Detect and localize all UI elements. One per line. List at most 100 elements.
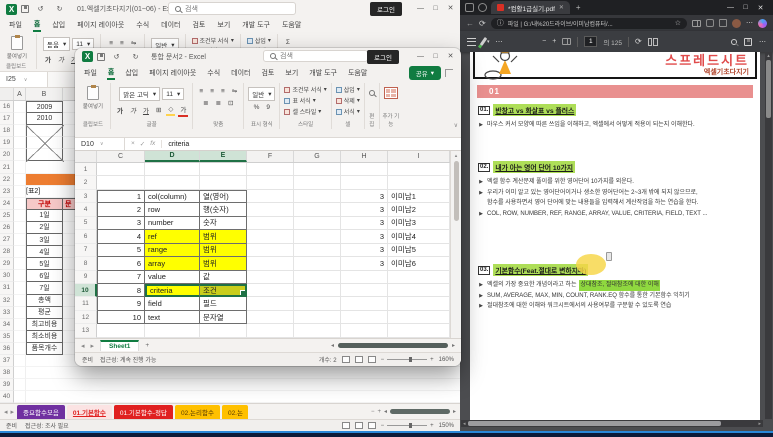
cell-h[interactable]: 3 bbox=[341, 217, 388, 230]
borders-button[interactable]: ⊞ bbox=[154, 105, 163, 115]
cell-i[interactable] bbox=[388, 297, 450, 310]
page-break-view-icon[interactable] bbox=[368, 356, 376, 363]
close-button[interactable] bbox=[443, 2, 458, 14]
column-header[interactable]: G bbox=[294, 151, 341, 162]
delete-cells-button[interactable]: 삭제 bbox=[336, 96, 360, 105]
cell-f[interactable] bbox=[247, 244, 294, 257]
font-color-button[interactable]: 가 bbox=[178, 103, 188, 117]
vertical-scrollbar[interactable] bbox=[450, 151, 461, 338]
cell-f[interactable] bbox=[247, 203, 294, 216]
minimize-button[interactable] bbox=[413, 50, 428, 62]
accessibility-status[interactable]: 접근성: 조사 필요 bbox=[25, 421, 69, 430]
cell-g[interactable] bbox=[294, 284, 341, 297]
row-header[interactable]: 33 bbox=[0, 307, 14, 319]
fit-page-icon[interactable] bbox=[562, 38, 571, 45]
column-header[interactable]: C bbox=[97, 151, 145, 162]
cell-c[interactable]: 6 bbox=[97, 257, 145, 270]
align-middle-button[interactable]: ≡ bbox=[118, 39, 126, 48]
row-header[interactable]: 20 bbox=[0, 149, 14, 161]
cell-b[interactable] bbox=[26, 174, 63, 186]
ribbon-tab[interactable]: 검토 bbox=[191, 19, 206, 31]
cell-b[interactable] bbox=[26, 379, 63, 391]
search-box[interactable]: 검색 bbox=[263, 50, 368, 62]
cell-a[interactable] bbox=[14, 149, 26, 161]
cell-a[interactable] bbox=[14, 343, 26, 355]
copilot-icon[interactable] bbox=[758, 19, 767, 28]
minimize-button[interactable] bbox=[723, 2, 738, 14]
highlighter-tool[interactable] bbox=[482, 37, 490, 46]
column-header[interactable]: E bbox=[200, 151, 247, 162]
wrap-text-button[interactable]: ⇋ bbox=[230, 86, 239, 96]
split-screen-icon[interactable] bbox=[692, 20, 701, 27]
row-header[interactable]: 32 bbox=[0, 295, 14, 307]
cell-f[interactable] bbox=[247, 271, 294, 284]
cell-a[interactable] bbox=[14, 246, 26, 258]
pdf-horizontal-scrollbar[interactable] bbox=[461, 420, 763, 427]
cell-b[interactable]: 2009 bbox=[26, 101, 63, 113]
row-header[interactable]: 11 bbox=[75, 297, 97, 310]
back-icon[interactable] bbox=[466, 19, 474, 28]
cell-d[interactable] bbox=[145, 163, 200, 176]
cell-d[interactable]: field bbox=[145, 297, 200, 310]
cell-h[interactable] bbox=[341, 284, 388, 297]
row-header[interactable]: 1 bbox=[75, 163, 97, 176]
row-header[interactable]: 5 bbox=[75, 217, 97, 230]
cell-b[interactable]: 1일 bbox=[26, 210, 63, 222]
merge-center-button[interactable]: ⊡ bbox=[226, 98, 235, 108]
ribbon-tab[interactable]: 보기 bbox=[284, 67, 299, 79]
cell-b[interactable]: 평균 bbox=[26, 307, 63, 319]
cell-b[interactable]: 구분 bbox=[26, 198, 63, 210]
ribbon-tab[interactable]: 보기 bbox=[216, 19, 231, 31]
zoom-level[interactable]: 160% bbox=[439, 357, 454, 363]
cell-b[interactable] bbox=[26, 355, 63, 367]
column-header-b[interactable]: B bbox=[26, 88, 63, 100]
cell-e[interactable] bbox=[200, 163, 247, 176]
paste-button[interactable]: 붙여넣기 bbox=[4, 34, 30, 60]
pdf-more-icon[interactable] bbox=[759, 38, 766, 46]
row-header[interactable]: 31 bbox=[0, 282, 14, 294]
ribbon-tab[interactable]: 페이지 레이아웃 bbox=[76, 19, 125, 31]
cell-h[interactable] bbox=[341, 324, 388, 337]
cell-f[interactable] bbox=[247, 311, 294, 324]
percent-style-button[interactable]: % bbox=[252, 103, 262, 112]
scroll-thumb[interactable] bbox=[468, 421, 722, 426]
sheet-scroll-left-icon[interactable] bbox=[81, 342, 85, 350]
cell-g[interactable] bbox=[294, 311, 341, 324]
cell-c[interactable]: 8 bbox=[97, 284, 145, 297]
row-header[interactable]: 3 bbox=[75, 190, 97, 203]
zoom-level[interactable]: 150% bbox=[439, 423, 454, 429]
cell-c[interactable] bbox=[63, 367, 460, 379]
cell-b[interactable]: [표2] bbox=[26, 186, 63, 198]
save-icon[interactable] bbox=[21, 5, 29, 13]
cell-h[interactable] bbox=[341, 297, 388, 310]
cell-b[interactable]: 2일 bbox=[26, 222, 63, 234]
cell-a[interactable] bbox=[14, 367, 26, 379]
cell-b[interactable]: 7일 bbox=[26, 282, 63, 294]
fill-color-button[interactable]: ◇ bbox=[166, 104, 175, 116]
cell-g[interactable] bbox=[294, 271, 341, 284]
row-header[interactable]: 13 bbox=[75, 324, 97, 337]
formula-input[interactable]: criteria bbox=[162, 141, 189, 148]
conditional-formatting-button[interactable]: 조건부 서식 bbox=[284, 85, 326, 94]
table-of-contents-icon[interactable] bbox=[467, 38, 476, 46]
cell-a[interactable] bbox=[14, 234, 26, 246]
column-header[interactable]: H bbox=[341, 151, 388, 162]
row-header[interactable]: 40 bbox=[0, 391, 14, 403]
cell-styles-button[interactable]: 셀 스타일 bbox=[284, 107, 326, 116]
refresh-icon[interactable] bbox=[479, 19, 486, 28]
search-box[interactable]: 검색 bbox=[168, 2, 296, 15]
row-header[interactable]: 12 bbox=[75, 311, 97, 324]
zoom-slider[interactable] bbox=[381, 423, 434, 429]
cell-f[interactable] bbox=[247, 190, 294, 203]
workspaces-icon[interactable] bbox=[465, 3, 474, 12]
cell-i[interactable]: 이미남1 bbox=[388, 190, 450, 203]
cell-d[interactable]: criteria bbox=[145, 284, 200, 297]
row-header[interactable]: 7 bbox=[75, 244, 97, 257]
cell-g[interactable] bbox=[294, 257, 341, 270]
row-header[interactable]: 25 bbox=[0, 210, 14, 222]
cell-i[interactable] bbox=[388, 311, 450, 324]
cell-e[interactable] bbox=[200, 176, 247, 189]
cell-e[interactable]: 조건 bbox=[200, 284, 247, 297]
cell-a[interactable] bbox=[14, 295, 26, 307]
format-as-table-button[interactable]: 표 서식 bbox=[284, 96, 326, 105]
